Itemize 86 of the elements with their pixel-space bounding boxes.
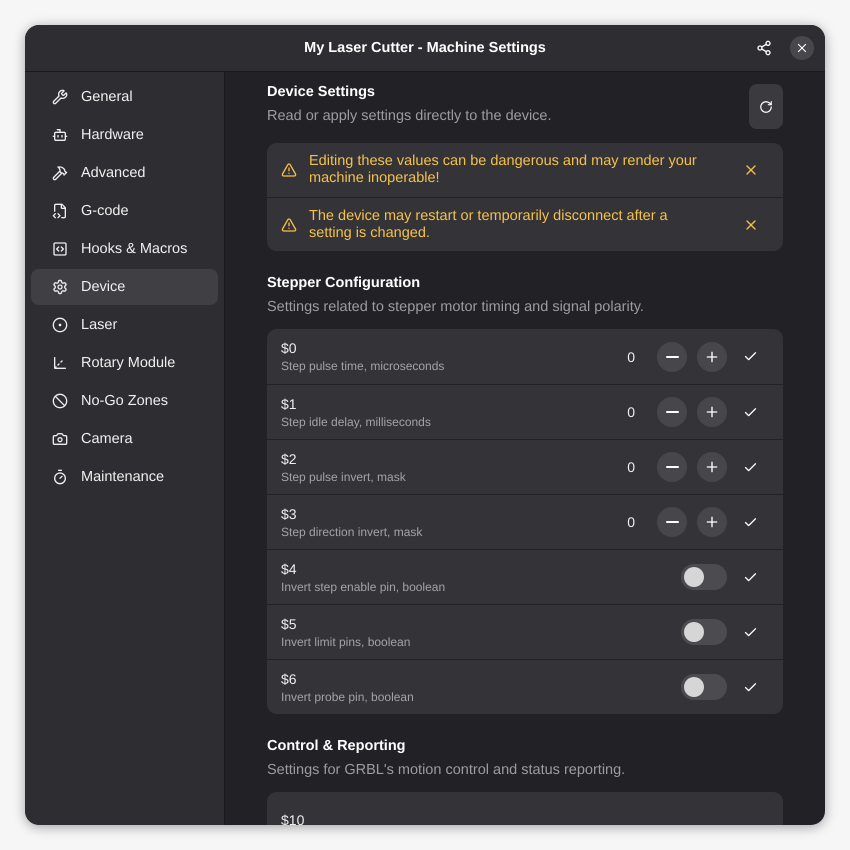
- share-icon: [756, 40, 772, 56]
- sidebar-label: Hooks & Macros: [81, 241, 188, 257]
- sidebar-item[interactable]: Maintenance: [31, 459, 218, 495]
- refresh-icon: [759, 100, 773, 114]
- robot-icon: [52, 127, 68, 143]
- sidebar-item[interactable]: General: [31, 79, 218, 115]
- toggle-switch[interactable]: [681, 619, 727, 645]
- window-title: My Laser Cutter - Machine Settings: [304, 40, 546, 56]
- setting-description: Invert step enable pin, boolean: [281, 580, 446, 594]
- toggle-switch[interactable]: [681, 674, 727, 700]
- increment-button[interactable]: [697, 342, 727, 372]
- setting-name: $6: [281, 670, 298, 686]
- decrement-button[interactable]: [657, 507, 687, 537]
- setting-value: 0: [627, 459, 635, 475]
- section-title: Device Settings: [267, 84, 376, 100]
- setting-name: $5: [281, 616, 298, 632]
- setting-name: $1: [281, 396, 298, 412]
- setting-description: Step idle delay, milliseconds: [281, 414, 432, 428]
- setting-name: $3: [281, 506, 298, 522]
- setting-value: 0: [627, 514, 635, 530]
- sidebar-item[interactable]: Camera: [31, 421, 218, 457]
- decrement-button[interactable]: [657, 342, 687, 372]
- sidebar-label: No-Go Zones: [81, 393, 168, 409]
- setting-name: $0: [281, 340, 298, 356]
- warning-icon: [281, 216, 297, 232]
- plus-icon: [704, 348, 720, 364]
- close-icon: [795, 41, 809, 55]
- sidebar-item[interactable]: Laser: [31, 307, 218, 343]
- refresh-button[interactable]: [749, 84, 783, 129]
- gear-icon: [52, 279, 68, 295]
- plus-icon: [704, 459, 720, 475]
- wrench-icon: [52, 89, 68, 105]
- decrement-button[interactable]: [657, 452, 687, 482]
- minus-icon: [666, 356, 678, 358]
- setting-value: 0: [627, 404, 635, 420]
- sidebar-label: General: [81, 89, 133, 105]
- section-subtitle: Settings for GRBL's motion control and status reporting.: [267, 762, 626, 778]
- sidebar-label: Rotary Module: [81, 355, 176, 371]
- ban-icon: [52, 393, 68, 409]
- toggle-switch[interactable]: [681, 564, 727, 590]
- sidebar-label: Hardware: [81, 127, 144, 143]
- section-subtitle: Settings related to stepper motor timing and signal polarity.: [267, 299, 644, 315]
- section-title: Stepper Configuration: [267, 275, 422, 291]
- setting-name: $4: [281, 560, 298, 576]
- sidebar-label: G-code: [81, 203, 129, 219]
- timer-icon: [52, 469, 68, 485]
- increment-button[interactable]: [697, 452, 727, 482]
- plus-icon: [704, 514, 720, 530]
- sidebar-item[interactable]: Hooks & Macros: [31, 231, 218, 267]
- section-title: Control & Reporting: [267, 738, 407, 754]
- target-icon: [52, 317, 68, 333]
- minus-icon: [666, 466, 678, 468]
- code-square-icon: [52, 241, 68, 257]
- setting-description: Invert probe pin, boolean: [281, 690, 415, 704]
- minus-icon: [666, 411, 678, 413]
- sidebar-label: Advanced: [81, 165, 146, 181]
- sidebar-label: Maintenance: [81, 469, 164, 485]
- setting-description: Step pulse time, microseconds: [281, 359, 446, 373]
- setting-description: Step direction invert, mask: [281, 524, 424, 538]
- warning-text: The device may restart or temporarily disconnect after a setting is changed.: [309, 208, 669, 242]
- setting-description: Invert limit pins, boolean: [281, 634, 412, 648]
- sidebar-label: Laser: [81, 317, 118, 333]
- warning-icon: [281, 162, 297, 178]
- sidebar-item[interactable]: Rotary Module: [31, 345, 218, 381]
- hammer-icon: [52, 165, 68, 181]
- increment-button[interactable]: [697, 397, 727, 427]
- decrement-button[interactable]: [657, 397, 687, 427]
- plus-icon: [704, 404, 720, 420]
- sidebar-label: Device: [81, 279, 126, 295]
- minus-icon: [666, 521, 678, 523]
- close-button[interactable]: [790, 36, 814, 60]
- sidebar-label: Camera: [81, 431, 133, 447]
- setting-value: 0: [627, 348, 635, 364]
- sidebar-item[interactable]: G-code: [31, 193, 218, 229]
- axes-icon: [52, 355, 68, 371]
- warning-text: Editing these values can be dangerous and may render your machine inoperable!: [309, 153, 698, 187]
- sidebar-item[interactable]: Advanced: [31, 155, 218, 191]
- section-subtitle: Read or apply settings directly to the device.: [267, 108, 552, 124]
- sidebar-item[interactable]: Device: [31, 269, 218, 305]
- camera-icon: [52, 431, 68, 447]
- sidebar-item[interactable]: No-Go Zones: [31, 383, 218, 419]
- setting-name: $2: [281, 450, 298, 466]
- setting-description: Step pulse invert, mask: [281, 470, 407, 484]
- sidebar-item[interactable]: Hardware: [31, 117, 218, 153]
- increment-button[interactable]: [697, 507, 727, 537]
- code-file-icon: [52, 203, 68, 219]
